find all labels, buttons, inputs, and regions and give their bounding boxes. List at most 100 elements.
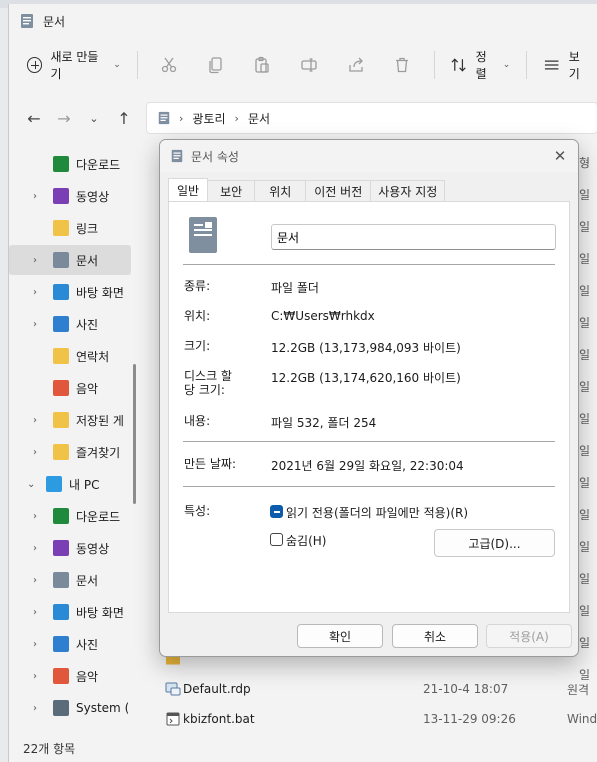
address-bar[interactable]: › 광토리 › 문서 — [146, 102, 597, 134]
type-column-cell: 일 — [579, 572, 591, 586]
advanced-button[interactable]: 고급(D)... — [434, 529, 555, 557]
chevron-down-icon[interactable]: ⌄ — [27, 479, 35, 490]
chevron-right-icon[interactable]: › — [33, 607, 37, 618]
document-folder-icon — [158, 111, 170, 125]
view-button[interactable]: 보기 — [535, 49, 597, 81]
chevron-right-icon[interactable]: › — [33, 447, 37, 458]
forward-button[interactable]: → — [49, 103, 79, 133]
cut-icon — [161, 57, 177, 73]
readonly-checkbox[interactable] — [270, 505, 283, 518]
folder-name-field[interactable] — [271, 224, 556, 250]
copy-button[interactable] — [192, 49, 239, 81]
sidebar-item[interactable]: › 즐겨찾기 — [9, 437, 131, 467]
sidebar-item[interactable]: › 문서 — [9, 245, 131, 275]
sidebar-item[interactable]: › 동영상 — [9, 533, 131, 563]
window-title: 문서 — [43, 14, 66, 29]
chevron-right-icon[interactable]: › — [33, 191, 37, 202]
sidebar-item[interactable]: › 바탕 화면 — [9, 277, 131, 307]
readonly-label[interactable]: 읽기 전용(폴더의 파일에만 적용)(R) — [286, 504, 468, 521]
chevron-right-icon[interactable]: › — [33, 287, 37, 298]
location-label: 위치: — [184, 309, 211, 323]
sidebar-item-label: 동영상 — [76, 541, 110, 556]
type-column-cell: 일 — [579, 284, 591, 298]
new-button-label: 새로 만들기 — [50, 50, 99, 81]
sidebar-item[interactable]: › 다운로드 — [9, 501, 131, 531]
sidebar-item[interactable]: › System ( — [9, 693, 131, 723]
file-row[interactable]: Default.rdp 21-10-4 18:07 원격 — [159, 674, 597, 704]
rename-button[interactable] — [286, 49, 333, 81]
type-column-cell: 일 — [579, 316, 591, 330]
dialog-title-bar[interactable]: 문서 속성 — [160, 140, 578, 172]
folder-icon — [53, 444, 69, 460]
sidebar-item[interactable]: 다운로드 — [9, 149, 131, 179]
sidebar-item[interactable]: 연락처 — [9, 341, 131, 371]
type-label: 종류: — [184, 279, 211, 293]
up-button[interactable]: ↑ — [109, 103, 139, 133]
breadcrumb-documents[interactable]: 문서 — [248, 110, 270, 127]
apply-button[interactable]: 적용(A) — [486, 624, 572, 648]
sidebar-item-label: 다운로드 — [76, 509, 121, 524]
sidebar-item[interactable]: › 음악 — [9, 661, 131, 691]
chevron-right-icon[interactable]: › — [33, 671, 37, 682]
chevron-right-icon[interactable]: › — [33, 703, 37, 714]
type-column-cell: 일 — [579, 220, 591, 234]
sidebar-item-label: 링크 — [76, 221, 99, 236]
sidebar-item[interactable]: › 사진 — [9, 309, 131, 339]
sidebar-item-label: 사진 — [76, 317, 99, 332]
sidebar-item[interactable]: 링크 — [9, 213, 131, 243]
dialog-tabs: 일반 보안 위치 이전 버전 사용자 지정 — [168, 178, 446, 202]
sidebar-item[interactable]: ⌄ 내 PC — [9, 469, 131, 499]
paste-button[interactable] — [239, 49, 286, 81]
chevron-right-icon[interactable]: › — [33, 639, 37, 650]
toolbar-divider — [433, 51, 435, 79]
sort-icon — [451, 58, 467, 72]
arrow-right-icon: → — [57, 108, 71, 128]
tab-security[interactable]: 보안 — [207, 180, 256, 202]
hidden-checkbox[interactable] — [270, 533, 283, 546]
sidebar-item[interactable]: 음악 — [9, 373, 131, 403]
delete-button[interactable] — [379, 49, 426, 81]
sort-label: 정렬 — [475, 50, 487, 81]
type-column-cell: 일 — [579, 508, 591, 522]
document-folder-icon — [189, 217, 217, 253]
chevron-right-icon[interactable]: › — [33, 511, 37, 522]
cut-button[interactable] — [146, 49, 193, 81]
dialog-title: 문서 속성 — [191, 149, 239, 164]
chevron-right-icon[interactable]: › — [33, 319, 37, 330]
new-button[interactable]: 새로 만들기 ⌄ — [19, 49, 129, 81]
document-folder-icon — [171, 149, 183, 163]
recent-locations-button[interactable]: ⌄ — [79, 103, 109, 133]
sidebar-item-label: 음악 — [76, 381, 99, 396]
ok-button[interactable]: 확인 — [297, 624, 383, 648]
tab-general[interactable]: 일반 — [168, 178, 209, 202]
sidebar-item[interactable]: › 동영상 — [9, 181, 131, 211]
chevron-right-icon[interactable]: › — [33, 255, 37, 266]
rename-icon — [301, 58, 317, 72]
tab-previous-versions[interactable]: 이전 버전 — [305, 180, 372, 202]
hidden-label[interactable]: 숨김(H) — [286, 532, 326, 549]
sort-button[interactable]: 정렬 ⌄ — [442, 49, 518, 81]
cancel-button[interactable]: 취소 — [392, 624, 478, 648]
breadcrumb-user[interactable]: 광토리 — [192, 110, 225, 127]
sidebar-item[interactable]: › 사진 — [9, 629, 131, 659]
dialog-close-button[interactable]: ✕ — [550, 146, 570, 166]
sidebar-item[interactable]: › 문서 — [9, 565, 131, 595]
chevron-down-icon: ⌄ — [89, 111, 99, 125]
back-button[interactable]: ← — [19, 103, 49, 133]
sidebar-item-label: 저장된 게 — [76, 413, 124, 428]
chevron-right-icon[interactable]: › — [33, 575, 37, 586]
sidebar-item[interactable]: › 바탕 화면 — [9, 597, 131, 627]
tab-location[interactable]: 위치 — [254, 180, 307, 202]
tab-customize[interactable]: 사용자 지정 — [370, 180, 446, 202]
document-icon — [53, 572, 69, 588]
location-value: C:₩Users₩rhkdx — [271, 309, 375, 323]
sidebar-item[interactable]: › 저장된 게 — [9, 405, 131, 435]
chevron-right-icon[interactable]: › — [33, 543, 37, 554]
file-row[interactable]: kbizfont.bat 13-11-29 09:26 Windo — [159, 704, 597, 734]
share-button[interactable] — [332, 49, 379, 81]
delete-icon — [396, 57, 409, 73]
file-date: 21-10-4 18:07 — [423, 682, 509, 696]
sidebar-scrollbar[interactable] — [133, 364, 136, 504]
chevron-right-icon[interactable]: › — [33, 415, 37, 426]
title-bar[interactable]: 문서 — [9, 4, 597, 38]
